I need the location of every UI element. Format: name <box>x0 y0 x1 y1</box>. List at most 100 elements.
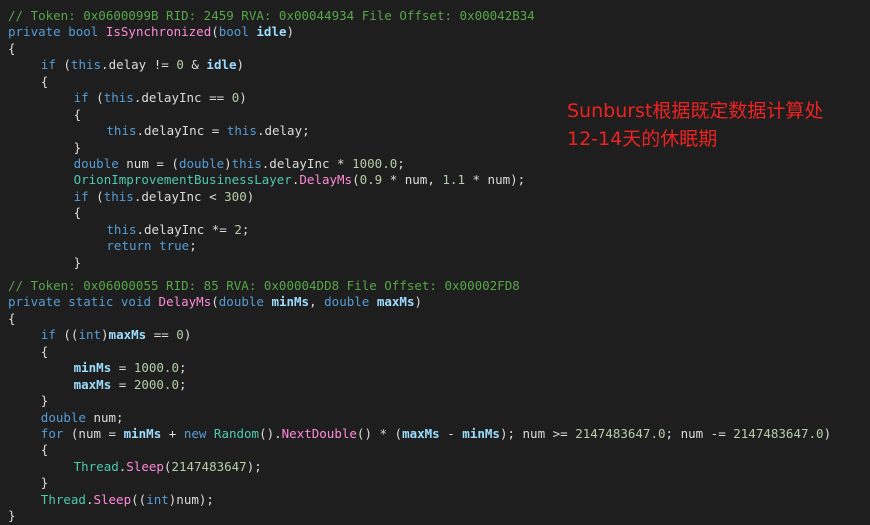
code-line: if ((int)maxMs == 0) <box>0 327 870 343</box>
code-token-kw: void <box>120 294 152 310</box>
code-token-plain: != <box>146 57 177 73</box>
code-token-plain: (). <box>259 425 282 441</box>
code-token-plain: *= <box>204 221 235 237</box>
code-token-num: 1.1 <box>442 172 465 188</box>
annotation-line-1: Sunburst根据既定数据计算处 <box>567 100 824 122</box>
code-token-plain: ( <box>211 294 219 310</box>
code-token-plain: - <box>439 425 463 441</box>
code-token-plain: = <box>204 123 227 139</box>
code-line: { <box>0 344 870 360</box>
code-token-param: minMs <box>73 360 112 376</box>
code-token-plain: { <box>8 310 16 326</box>
code-line: { <box>0 311 870 327</box>
code-token-method: DelayMs <box>299 172 353 188</box>
code-token-comment: // Token: 0x0600099B RID: 2459 RVA: 0x00… <box>8 8 535 23</box>
code-token-kw: if <box>73 90 89 106</box>
code-token-param: minMs <box>462 425 500 441</box>
code-token-plain: , <box>309 294 325 310</box>
code-token-kw: if <box>40 327 56 343</box>
code-token-kw: for <box>40 425 64 441</box>
code-token-kw: double <box>73 155 119 171</box>
code-line: // Token: 0x0600099B RID: 2459 RVA: 0x00… <box>0 8 870 24</box>
code-token-plain: ( <box>88 188 104 204</box>
code-token-plain: ) <box>286 24 295 40</box>
code-token-num: 2147483647.0 <box>733 425 824 441</box>
code-token-plain: ); num >= <box>499 425 576 441</box>
code-line: } <box>0 255 870 271</box>
code-token-kw: this <box>106 123 137 139</box>
code-token-plain: ) <box>236 57 245 73</box>
code-token-num: 2 <box>234 221 242 237</box>
code-line: } <box>0 393 870 409</box>
code-token-kw: if <box>40 57 56 73</box>
code-line: { <box>0 74 870 90</box>
code-token-plain: ( <box>211 24 219 40</box>
code-token-class: Random <box>213 425 260 441</box>
code-token-plain: ) <box>224 155 232 171</box>
code-token-num: 2000.0 <box>133 376 179 392</box>
code-token-plain: } <box>73 139 82 155</box>
code-token-plain: ; <box>178 376 187 392</box>
code-line: { <box>0 41 870 57</box>
code-token-plain: } <box>73 254 82 270</box>
code-token-kw: new <box>183 425 207 441</box>
code-token-kw: bool <box>68 24 99 40</box>
code-line: return true; <box>0 238 870 254</box>
code-token-plain: ) <box>823 425 832 441</box>
code-token-plain: == <box>201 90 232 106</box>
code-line: Thread.Sleep(2147483647); <box>0 459 870 475</box>
code-token-param: maxMs <box>73 376 112 392</box>
code-token-plain: } <box>40 393 49 409</box>
code-token-plain: { <box>40 343 49 359</box>
code-token-plain: + <box>161 425 184 441</box>
code-token-plain: ) <box>239 90 247 106</box>
code-token-class: Thread <box>40 491 86 507</box>
code-token-kw: double <box>218 294 264 310</box>
code-token-field: delayInc <box>141 188 202 204</box>
code-line: for (num = minMs + new Random().NextDoub… <box>0 426 870 442</box>
code-token-class: OrionImprovementBusinessLayer <box>73 172 292 188</box>
code-line: if (this.delay != 0 & idle) <box>0 57 870 73</box>
code-line: if (this.delayInc < 300) <box>0 189 870 205</box>
code-line: double num; <box>0 410 870 426</box>
code-token-param: maxMs <box>402 425 440 441</box>
code-line: } <box>0 475 870 491</box>
code-token-plain: (( <box>131 491 147 507</box>
code-token-plain: = <box>111 360 134 376</box>
code-line: maxMs = 2000.0; <box>0 377 870 393</box>
code-token-method: Sleep <box>126 458 164 474</box>
code-token-plain: num; <box>85 409 124 425</box>
code-line: private bool IsSynchronized(bool idle) <box>0 24 870 40</box>
code-token-method: Sleep <box>93 491 132 507</box>
code-token-kw: this <box>70 57 102 73</box>
code-token-num: 1000.0 <box>133 360 179 376</box>
code-token-plain: < <box>201 188 225 204</box>
code-token-kw: int <box>78 327 102 343</box>
code-token-comment: // Token: 0x06000055 RID: 85 RVA: 0x0000… <box>8 278 520 293</box>
code-token-plain: & <box>183 57 207 73</box>
code-token-field: delay <box>108 57 147 73</box>
code-token-plain: { <box>8 40 16 56</box>
code-line: OrionImprovementBusinessLayer.DelayMs(0.… <box>0 172 870 188</box>
code-token-method: NextDouble <box>281 425 357 441</box>
code-token-kw: static <box>68 294 114 310</box>
code-line: minMs = 1000.0; <box>0 360 870 376</box>
code-token-num: 2147483647.0 <box>575 425 666 441</box>
code-token-plain: ; num -= <box>665 425 734 441</box>
code-token-num: 1000.0 <box>352 155 398 171</box>
code-token-num: 0.9 <box>359 172 383 188</box>
code-line: Thread.Sleep((int)num); <box>0 492 870 508</box>
code-token-plain: num = ( <box>118 155 179 171</box>
code-token-plain: = <box>111 376 134 392</box>
code-token-kw: this <box>106 221 137 237</box>
code-token-plain: ); <box>246 458 262 474</box>
code-token-plain: * <box>329 155 353 171</box>
code-token-kw: int <box>146 491 169 507</box>
annotation-line-2: 12-14天的休眠期 <box>567 128 718 150</box>
code-token-kw: double <box>40 409 86 425</box>
code-line: private static void DelayMs(double minMs… <box>0 294 870 310</box>
code-token-plain: ; <box>189 238 197 254</box>
